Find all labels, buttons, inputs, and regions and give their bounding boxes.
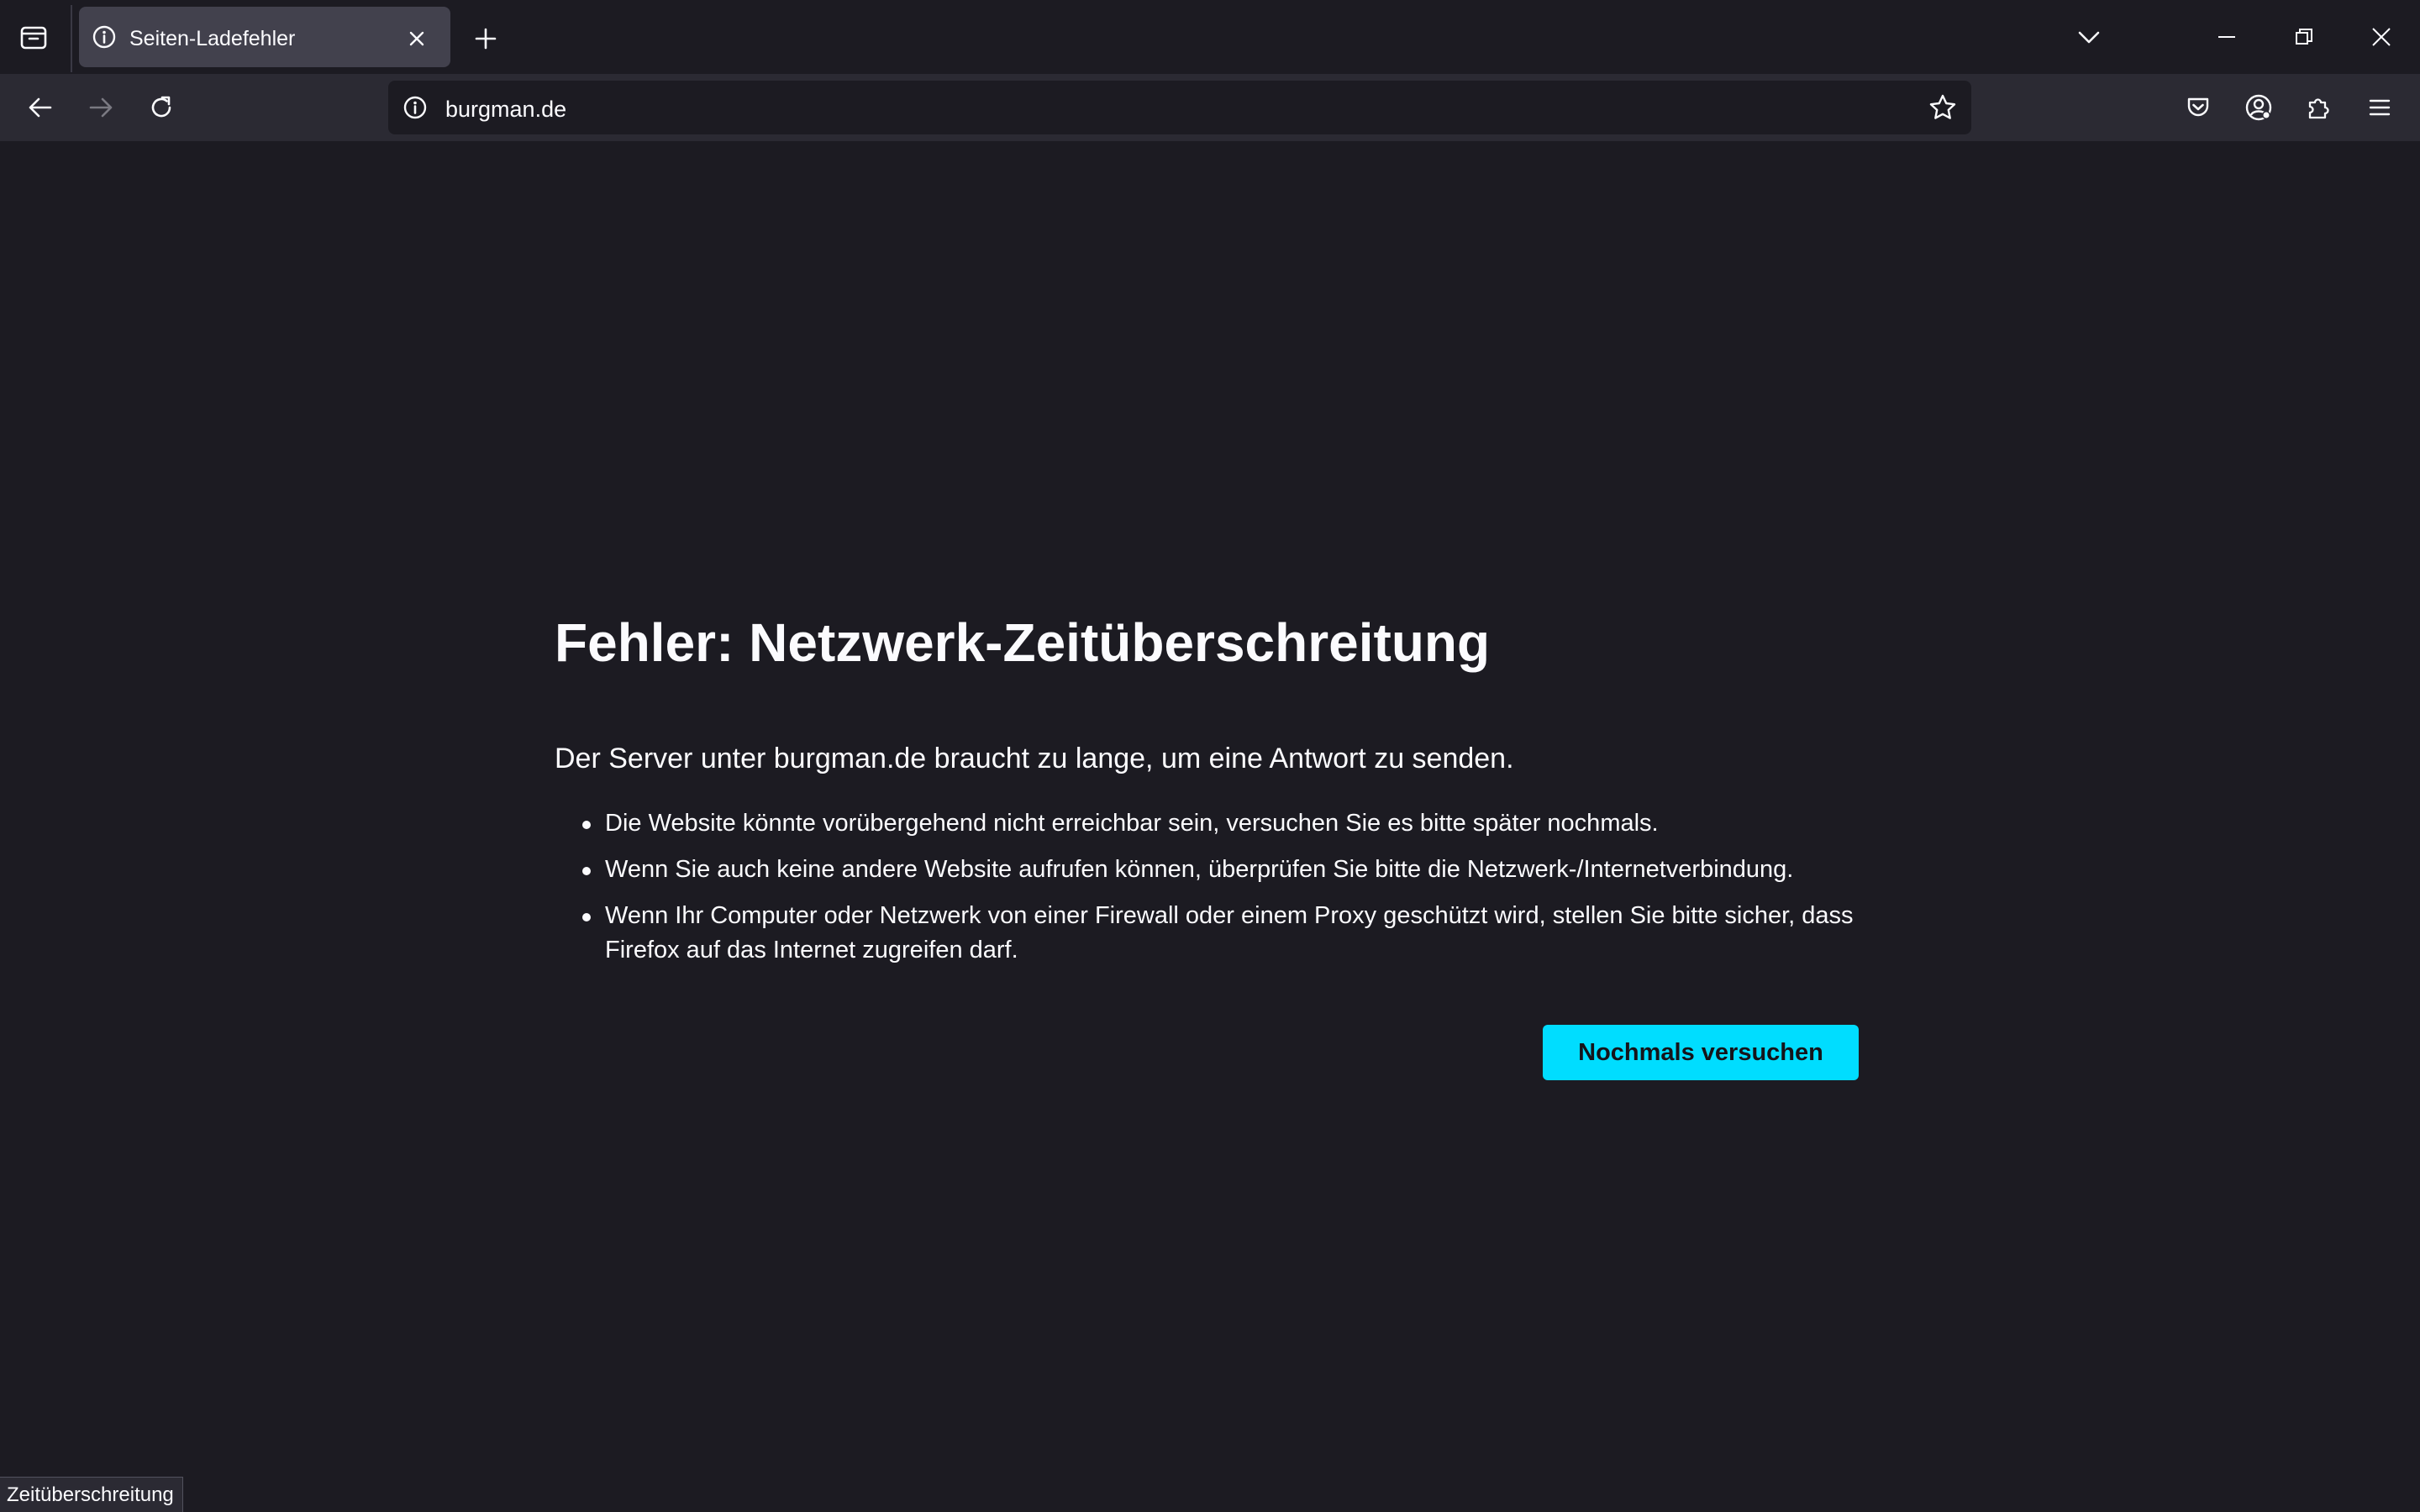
pocket-button[interactable] — [2178, 87, 2218, 128]
error-description: Der Server unter burgman.de braucht zu l… — [555, 743, 1514, 774]
back-button[interactable] — [20, 87, 60, 128]
reload-icon — [151, 96, 171, 118]
page-content: Fehler: Netzwerk-Zeitüberschreitung Der … — [0, 141, 2420, 1512]
tab-strip-separator — [71, 5, 72, 72]
bookmark-star-button[interactable] — [1926, 91, 1960, 124]
site-info-icon[interactable] — [400, 92, 430, 123]
window-restore-button[interactable] — [2279, 12, 2329, 62]
list-item: Die Website könnte vorübergehend nicht e… — [555, 806, 1865, 841]
minimize-icon — [2218, 36, 2235, 38]
list-all-tabs-button[interactable] — [2069, 17, 2109, 57]
account-button[interactable] — [2238, 87, 2279, 128]
list-item: Wenn Ihr Computer oder Netzwerk von eine… — [555, 899, 1865, 968]
close-icon — [409, 31, 424, 46]
tab-close-button[interactable] — [402, 24, 432, 54]
plus-icon — [475, 28, 497, 50]
star-icon — [1929, 94, 1956, 119]
app-menu-button[interactable] — [2360, 87, 2400, 128]
window-close-button[interactable] — [2356, 12, 2407, 62]
error-title: Fehler: Netzwerk-Zeitüberschreitung — [555, 612, 1491, 673]
tab-title: Seiten-Ladefehler — [129, 27, 296, 50]
firefox-view-button[interactable] — [13, 17, 54, 57]
tab-strip: Seiten-Ladefehler — [0, 0, 2420, 74]
window-minimize-button[interactable] — [2202, 12, 2252, 62]
error-suggestions-list: Die Website könnte vorübergehend nicht e… — [555, 806, 1865, 979]
tab-active[interactable]: Seiten-Ladefehler — [79, 7, 450, 67]
account-icon — [2245, 94, 2272, 121]
extensions-button[interactable] — [2299, 87, 2339, 128]
url-text[interactable]: burgman.de — [445, 97, 566, 123]
forward-button[interactable] — [81, 87, 121, 128]
pocket-icon — [2187, 97, 2209, 117]
restore-icon — [2296, 29, 2312, 45]
status-panel: Zeitüberschreitung — [0, 1477, 183, 1512]
list-item: Wenn Sie auch keine andere Website aufru… — [555, 853, 1865, 887]
url-bar[interactable]: burgman.de — [388, 81, 1971, 134]
info-icon — [91, 24, 118, 50]
new-tab-button[interactable] — [467, 20, 504, 57]
close-icon — [2372, 28, 2391, 46]
reload-button[interactable] — [141, 87, 182, 128]
arrow-left-icon — [29, 97, 52, 118]
puzzle-icon — [2308, 98, 2329, 119]
navigation-toolbar: burgman.de — [0, 74, 2420, 141]
retry-button[interactable]: Nochmals versuchen — [1543, 1025, 1859, 1080]
hamburger-menu-icon — [2369, 99, 2391, 116]
firefox-view-icon — [20, 26, 47, 50]
arrow-right-icon — [89, 97, 113, 118]
chevron-down-icon — [2078, 31, 2100, 44]
